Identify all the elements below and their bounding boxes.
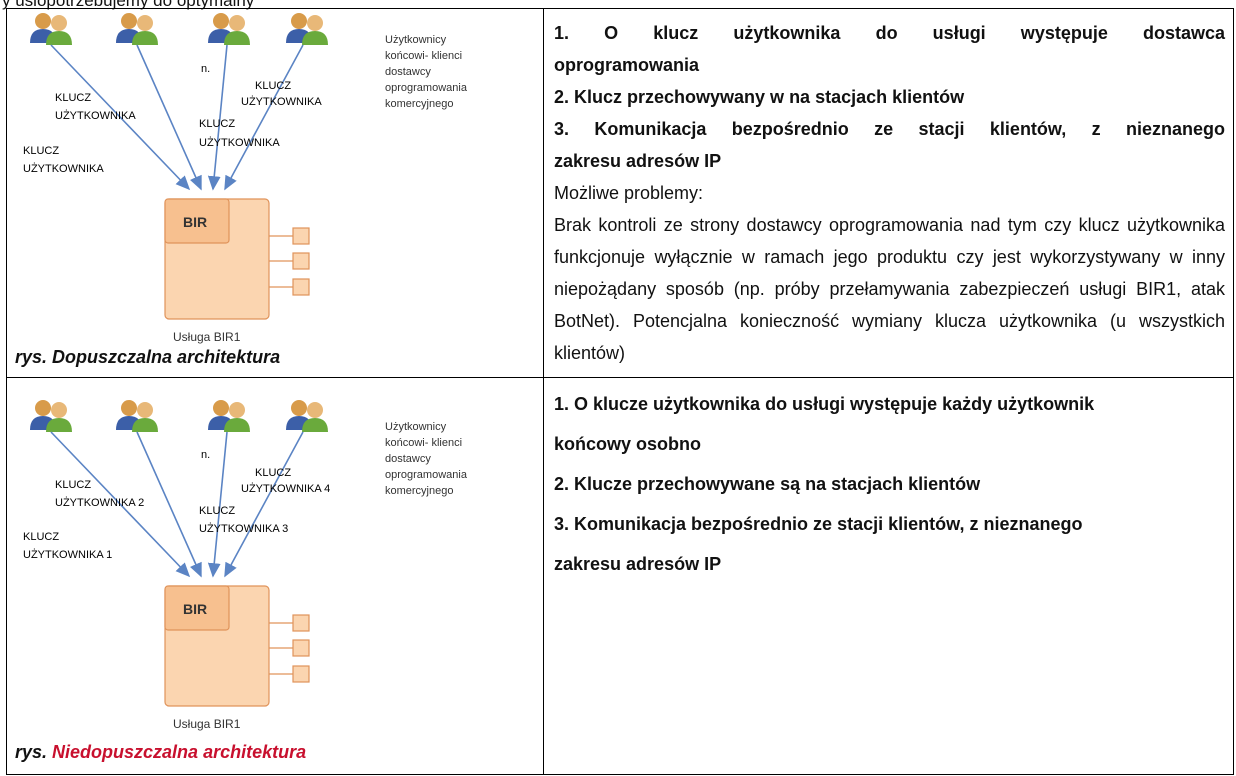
- diagram-cell-forbidden: n. KLUCZ UŻYTKOWNIKA 2 KLUCZ UŻYTKOWNIKA…: [6, 377, 544, 775]
- svg-text:UŻYTKOWNIKA: UŻYTKOWNIKA: [55, 109, 136, 122]
- svg-text:komercyjnego: komercyjnego: [385, 98, 453, 110]
- user-group-icon: [30, 400, 72, 432]
- svg-text:UŻYTKOWNIKA: UŻYTKOWNIKA: [241, 95, 322, 108]
- description-cell-allowed: 1. O klucz użytkownika do usługi występu…: [543, 8, 1234, 378]
- svg-text:KLUCZ: KLUCZ: [255, 467, 291, 479]
- service-endpoints: [269, 614, 310, 683]
- user-group-icon: [208, 13, 250, 45]
- svg-text:KLUCZ: KLUCZ: [23, 145, 59, 157]
- svg-text:KLUCZ: KLUCZ: [199, 505, 235, 517]
- svg-text:BIR: BIR: [183, 601, 207, 617]
- svg-text:komercyjnego: komercyjnego: [385, 485, 453, 497]
- forbidden-description: 1. O klucze użytkownika do usługi występ…: [554, 394, 1095, 574]
- user-group-icon: [30, 13, 72, 45]
- allowed-architecture-diagram: n. KLUCZ UŻYTKOWNIKA KLUCZ UŻYTKOWNIKA K…: [23, 13, 468, 344]
- service-endpoints: [269, 227, 310, 296]
- svg-text:Użytkownicy: Użytkownicy: [385, 34, 447, 46]
- svg-text:UŻYTKOWNIKA 4: UŻYTKOWNIKA 4: [241, 482, 330, 495]
- svg-text:KLUCZ: KLUCZ: [55, 92, 91, 104]
- svg-text:dostawcy: dostawcy: [385, 453, 431, 465]
- svg-text:UŻYTKOWNIKA 2: UŻYTKOWNIKA 2: [55, 496, 144, 509]
- svg-text:końcowi- klienci: końcowi- klienci: [385, 50, 462, 62]
- svg-text:BIR: BIR: [183, 214, 207, 230]
- n-label: n.: [201, 449, 210, 461]
- caption-allowed: rys. Dopuszczalna architektura: [15, 347, 281, 367]
- problems-title: Możliwe problemy:: [554, 183, 704, 203]
- svg-text:UŻYTKOWNIKA 1: UŻYTKOWNIKA 1: [23, 548, 112, 561]
- svg-text:UŻYTKOWNIKA: UŻYTKOWNIKA: [23, 162, 104, 175]
- caption-forbidden: rys. Niedopuszczalna architektura: [15, 742, 307, 762]
- forbidden-architecture-diagram: n. KLUCZ UŻYTKOWNIKA 2 KLUCZ UŻYTKOWNIKA…: [23, 400, 468, 731]
- svg-text:KLUCZ: KLUCZ: [55, 479, 91, 491]
- service-label: Usługa BIR1: [173, 717, 241, 731]
- description-cell-forbidden: 1. O klucze użytkownika do usługi występ…: [543, 377, 1234, 775]
- svg-text:UŻYTKOWNIKA 3: UŻYTKOWNIKA 3: [199, 522, 288, 535]
- svg-text:oprogramowania: oprogramowania: [385, 469, 468, 481]
- n-label: n.: [201, 63, 210, 75]
- diagram-cell-allowed: n. KLUCZ UŻYTKOWNIKA KLUCZ UŻYTKOWNIKA K…: [6, 8, 544, 378]
- allowed-description: 1. O klucz użytkownika do usługi występu…: [544, 9, 1233, 369]
- problems-text: Brak kontroli ze strony dostawcy oprogra…: [554, 215, 1225, 363]
- user-group-icon: [286, 13, 328, 45]
- svg-text:oprogramowania: oprogramowania: [385, 82, 468, 94]
- service-label: Usługa BIR1: [173, 330, 241, 344]
- user-group-icon: [116, 13, 158, 45]
- svg-text:dostawcy: dostawcy: [385, 66, 431, 78]
- svg-text:KLUCZ: KLUCZ: [255, 80, 291, 92]
- svg-text:końcowi- klienci: końcowi- klienci: [385, 437, 462, 449]
- architecture-table: n. KLUCZ UŻYTKOWNIKA KLUCZ UŻYTKOWNIKA K…: [6, 8, 1234, 775]
- users-description: Użytkownicy końcowi- klienci dostawcy op…: [385, 421, 468, 497]
- svg-text:UŻYTKOWNIKA: UŻYTKOWNIKA: [199, 136, 280, 149]
- user-group-icon: [208, 400, 250, 432]
- user-group-icon: [286, 400, 328, 432]
- svg-text:KLUCZ: KLUCZ: [23, 531, 59, 543]
- user-group-icon: [116, 400, 158, 432]
- users-description: Użytkownicy końcowi- klienci dostawcy op…: [385, 34, 468, 110]
- svg-text:KLUCZ: KLUCZ: [199, 118, 235, 130]
- svg-text:Użytkownicy: Użytkownicy: [385, 421, 447, 433]
